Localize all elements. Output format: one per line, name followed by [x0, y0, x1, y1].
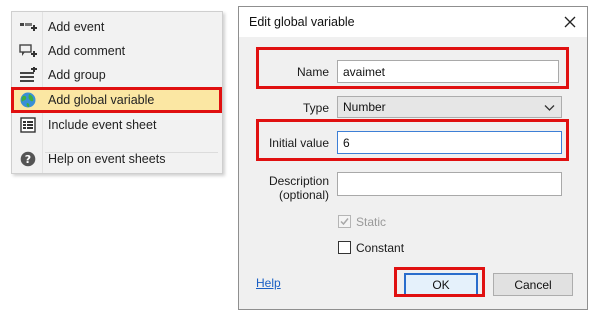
- description-label: Description (optional): [253, 174, 329, 202]
- menu-item-label: Add group: [48, 67, 106, 82]
- menu-item-label: Add event: [48, 19, 105, 34]
- description-label-line2: (optional): [278, 188, 329, 202]
- add-event-icon: [15, 15, 41, 38]
- type-select-value: Number: [343, 100, 386, 114]
- event-sheet-icon: [15, 113, 41, 136]
- name-label: Name: [296, 65, 329, 79]
- menu-item-label: Help on event sheets: [48, 151, 166, 166]
- menu-item-include-event-sheet[interactable]: Include event sheet: [14, 113, 220, 136]
- type-select[interactable]: Number: [337, 96, 562, 118]
- constant-label: Constant: [356, 241, 405, 255]
- edit-global-variable-dialog: Edit global variable Name Type Number In…: [238, 6, 588, 310]
- description-input[interactable]: [337, 172, 562, 196]
- menu-item-help-on-event-sheets[interactable]: ? Help on event sheets: [14, 147, 220, 170]
- description-label-line1: Description: [268, 174, 329, 188]
- help-icon: ?: [15, 147, 41, 170]
- menu-item-label: Add global variable: [48, 92, 155, 107]
- constant-checkbox[interactable]: [338, 241, 351, 254]
- add-group-icon: [15, 63, 41, 86]
- menu-item-add-event[interactable]: Add event: [14, 15, 220, 38]
- svg-text:?: ?: [25, 153, 31, 166]
- menu-item-label: Include event sheet: [48, 117, 157, 132]
- check-icon: [340, 218, 349, 226]
- static-label: Static: [356, 215, 387, 229]
- context-menu: Add event Add comment Add group Add glob…: [11, 11, 223, 174]
- cancel-button[interactable]: Cancel: [493, 273, 573, 296]
- close-icon[interactable]: [559, 11, 581, 33]
- menu-item-add-global-variable[interactable]: Add global variable: [14, 88, 220, 111]
- initial-value-input[interactable]: [337, 131, 562, 154]
- type-label: Type: [302, 101, 329, 115]
- name-input[interactable]: [337, 60, 559, 83]
- ok-button[interactable]: OK: [404, 273, 478, 296]
- initial-value-label: Initial value: [268, 136, 329, 150]
- add-comment-icon: [15, 39, 41, 62]
- menu-item-add-comment[interactable]: Add comment: [14, 39, 220, 62]
- static-checkbox[interactable]: [338, 215, 351, 228]
- menu-item-label: Add comment: [48, 43, 126, 58]
- globe-icon: [15, 88, 41, 111]
- chevron-down-icon: [544, 101, 555, 115]
- menu-item-add-group[interactable]: Add group: [14, 63, 220, 86]
- dialog-titlebar: Edit global variable: [239, 7, 587, 37]
- help-link[interactable]: Help: [256, 276, 281, 290]
- dialog-title: Edit global variable: [249, 15, 355, 29]
